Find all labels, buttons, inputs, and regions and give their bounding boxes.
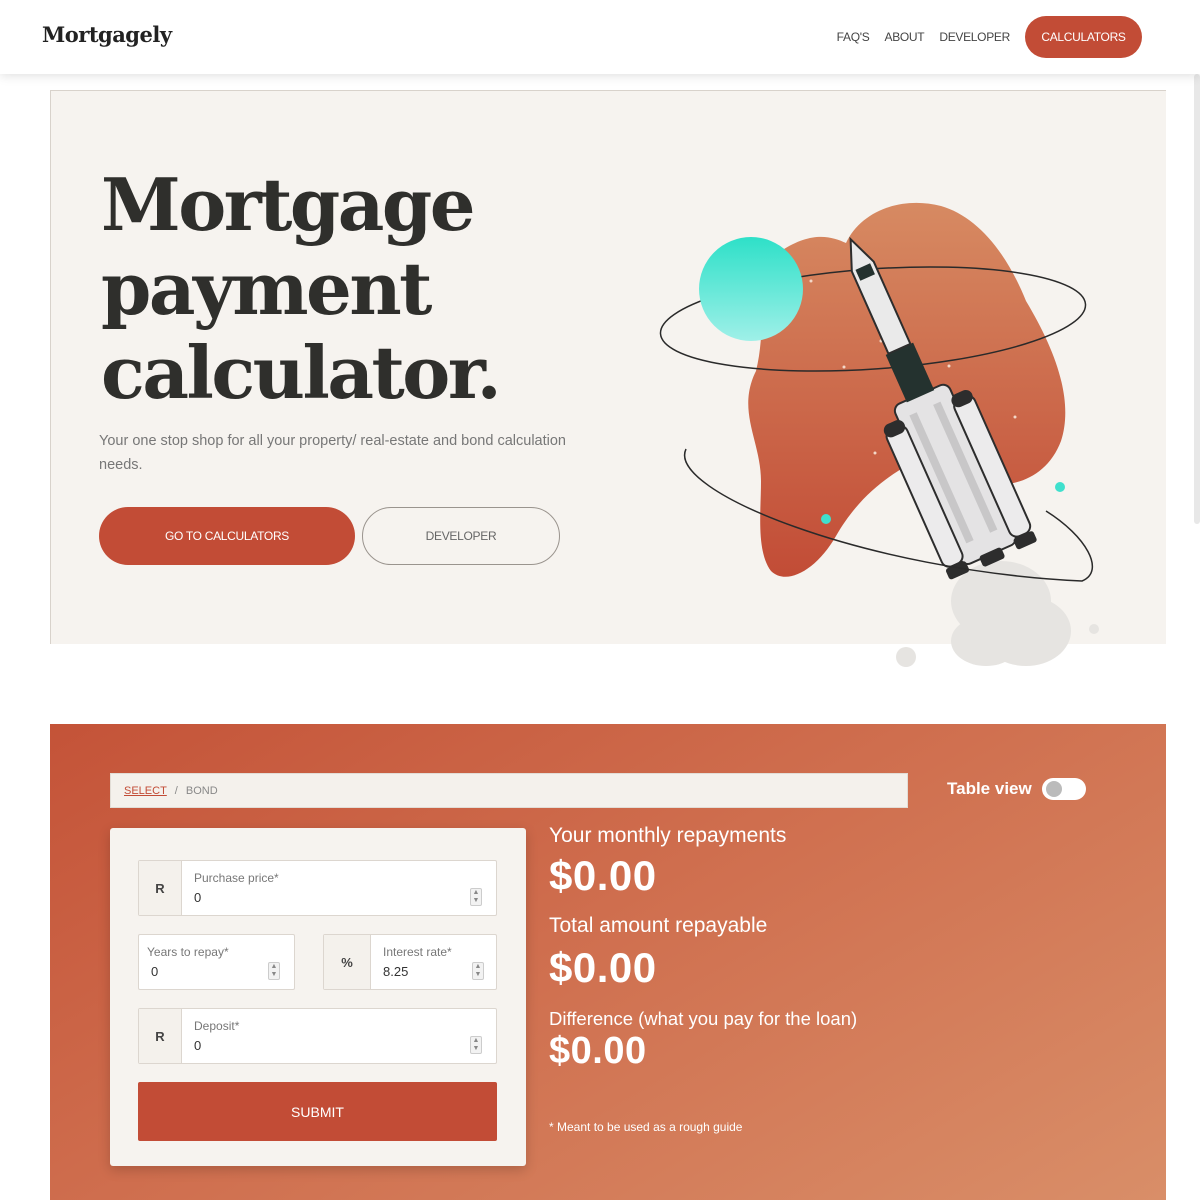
hero-section: Mortgage payment calculator. Your one st…: [50, 90, 1166, 667]
results-panel: Your monthly repayments $0.00 Total amou…: [549, 824, 857, 1073]
years-to-repay-label: Years to repay*: [147, 945, 229, 959]
top-header: Mortgagely FAQ'S ABOUT DEVELOPER CALCULA…: [0, 0, 1200, 74]
go-to-calculators-button[interactable]: GO TO CALCULATORS: [99, 507, 355, 565]
table-view-label: Table view: [947, 779, 1032, 798]
number-spinner-icon[interactable]: ▲ ▼: [470, 1036, 482, 1054]
number-spinner-icon[interactable]: ▲ ▼: [470, 888, 482, 906]
number-spinner-icon[interactable]: ▲ ▼: [472, 962, 484, 980]
rough-guide-note: * Meant to be used as a rough guide: [549, 1120, 743, 1134]
table-view-toggle[interactable]: [1041, 778, 1086, 800]
years-to-repay-field[interactable]: Years to repay* 0 ▲ ▼: [138, 934, 295, 990]
difference-value: $0.00: [549, 1030, 647, 1072]
years-to-repay-input[interactable]: Years to repay* 0 ▲ ▼: [139, 935, 294, 989]
hero-title-line: calculator.: [101, 330, 502, 415]
deposit-value[interactable]: 0: [194, 1038, 201, 1053]
nav-about-link[interactable]: ABOUT: [884, 30, 924, 44]
breadcrumb-select-link[interactable]: SELECT: [124, 785, 167, 797]
deposit-label: Deposit*: [194, 1019, 240, 1033]
purchase-price-input[interactable]: Purchase price* 0 ▲ ▼: [182, 861, 496, 915]
number-spinner-icon[interactable]: ▲ ▼: [268, 962, 280, 980]
currency-addon: R: [139, 861, 182, 915]
deposit-field[interactable]: R Deposit* 0 ▲ ▼: [138, 1008, 497, 1064]
total-repayable-label: Total amount repayable: [549, 914, 768, 937]
interest-rate-label: Interest rate*: [383, 945, 452, 959]
interest-rate-value[interactable]: 8.25: [383, 964, 408, 979]
total-repayable-value: $0.00: [549, 944, 657, 991]
main-nav: FAQ'S ABOUT DEVELOPER CALCULATORS: [837, 16, 1142, 58]
nav-calculators-button[interactable]: CALCULATORS: [1025, 16, 1142, 58]
hero-title-line: payment: [101, 246, 432, 331]
purchase-price-field[interactable]: R Purchase price* 0 ▲ ▼: [138, 860, 497, 916]
rocket-launch-illustration: [659, 202, 1099, 667]
monthly-repayments-label: Your monthly repayments: [549, 824, 787, 847]
breadcrumb-separator: /: [174, 784, 178, 797]
nav-developer-link[interactable]: DEVELOPER: [939, 30, 1010, 44]
toggle-knob: [1045, 781, 1062, 797]
monthly-repayments-value: $0.00: [549, 852, 657, 899]
developer-button[interactable]: DEVELOPER: [362, 507, 560, 565]
site-logo[interactable]: Mortgagely: [42, 22, 172, 47]
purchase-price-label: Purchase price*: [194, 871, 279, 885]
interest-rate-input[interactable]: Interest rate* 8.25 ▲ ▼: [371, 935, 496, 989]
page-scrollbar[interactable]: [1194, 74, 1200, 524]
hero-title-line: Mortgage: [101, 162, 476, 247]
hero-subtitle: Your one stop shop for all your property…: [99, 433, 566, 473]
calculator-section: SELECT / BOND Table view R Purchase pric…: [50, 724, 1166, 1200]
percent-addon: %: [324, 935, 371, 989]
hero-title: Mortgage payment calculator.: [101, 163, 581, 415]
interest-rate-field[interactable]: % Interest rate* 8.25 ▲ ▼: [323, 934, 497, 990]
difference-label: Difference (what you pay for the loan): [549, 1008, 858, 1029]
bond-form: R Purchase price* 0 ▲ ▼ Years to repay* 0…: [110, 828, 526, 1166]
submit-button[interactable]: SUBMIT: [138, 1082, 497, 1141]
purchase-price-value[interactable]: 0: [194, 890, 201, 905]
breadcrumb-current: BOND: [185, 784, 218, 797]
years-to-repay-value[interactable]: 0: [151, 964, 158, 979]
currency-addon: R: [139, 1009, 182, 1063]
table-view-control: Table view: [947, 778, 1086, 800]
nav-faqs-link[interactable]: FAQ'S: [837, 30, 870, 44]
deposit-input[interactable]: Deposit* 0 ▲ ▼: [182, 1009, 496, 1063]
breadcrumb: SELECT / BOND: [110, 773, 908, 808]
